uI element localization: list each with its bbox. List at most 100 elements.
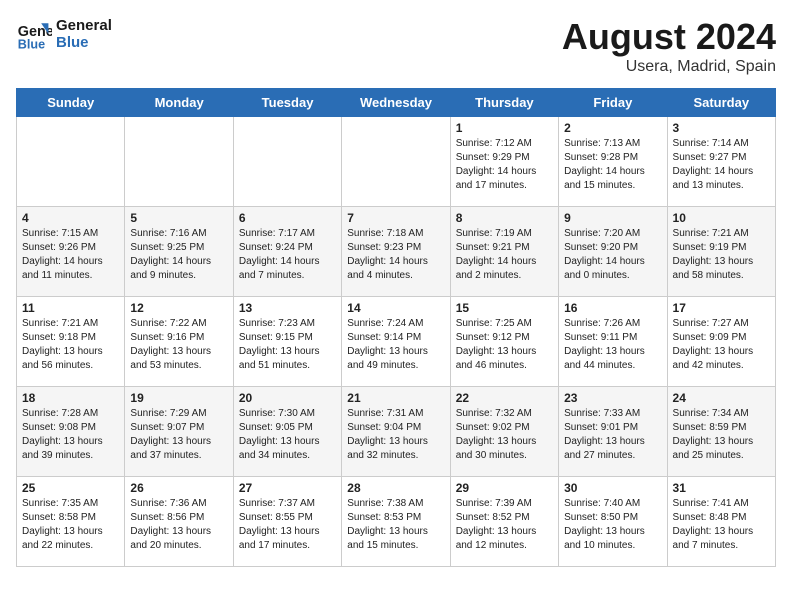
calendar-week-row: 25Sunrise: 7:35 AM Sunset: 8:58 PM Dayli… — [17, 477, 776, 567]
day-info: Sunrise: 7:34 AM Sunset: 8:59 PM Dayligh… — [673, 407, 770, 463]
calendar-cell: 26 Sunrise: 7:36 AM Sunset: 8:56 PM Dayli… — [125, 477, 233, 567]
day-info: Sunrise: 7:33 AM Sunset: 9:01 PM Dayligh… — [564, 407, 661, 463]
calendar-week-row: 4 Sunrise: 7:15 AM Sunset: 9:26 PM Daylig… — [17, 207, 776, 297]
day-info: Sunrise: 7:28 AM Sunset: 9:08 PM Dayligh… — [22, 407, 119, 463]
day-info: Sunrise: 7:40 AM Sunset: 8:50 PM Dayligh… — [564, 497, 661, 553]
day-number: 16 — [564, 301, 661, 315]
day-info: Sunrise: 7:35 AM Sunset: 8:58 PM Dayligh… — [22, 497, 119, 553]
calendar-cell: 21Sunrise: 7:31 AM Sunset: 9:04 PM Dayli… — [342, 387, 450, 477]
day-info: Sunrise: 7:18 AM Sunset: 9:23 PM Dayligh… — [347, 227, 444, 283]
calendar-cell — [233, 117, 341, 207]
day-info: Sunrise: 7:20 AM Sunset: 9:20 PM Dayligh… — [564, 227, 661, 283]
calendar-cell: 30Sunrise: 7:40 AM Sunset: 8:50 PM Dayli… — [559, 477, 667, 567]
weekday-header-row: SundayMondayTuesdayWednesdayThursdayFrid… — [17, 89, 776, 117]
day-info: Sunrise: 7:16 AM Sunset: 9:25 PM Dayligh… — [130, 227, 227, 283]
day-number: 1 — [456, 121, 553, 135]
calendar-cell — [17, 117, 125, 207]
day-number: 27 — [239, 481, 336, 495]
calendar-cell: 8 Sunrise: 7:19 AM Sunset: 9:21 PM Daylig… — [450, 207, 558, 297]
calendar-cell: 25Sunrise: 7:35 AM Sunset: 8:58 PM Dayli… — [17, 477, 125, 567]
calendar-table: SundayMondayTuesdayWednesdayThursdayFrid… — [16, 88, 776, 567]
day-number: 20 — [239, 391, 336, 405]
day-info: Sunrise: 7:29 AM Sunset: 9:07 PM Dayligh… — [130, 407, 227, 463]
page-header: General Blue General Blue August 2024 Us… — [16, 16, 776, 76]
day-info: Sunrise: 7:17 AM Sunset: 9:24 PM Dayligh… — [239, 227, 336, 283]
day-number: 8 — [456, 211, 553, 225]
calendar-cell: 19 Sunrise: 7:29 AM Sunset: 9:07 PM Dayli… — [125, 387, 233, 477]
day-number: 9 — [564, 211, 661, 225]
calendar-cell: 12 Sunrise: 7:22 AM Sunset: 9:16 PM Dayli… — [125, 297, 233, 387]
calendar-cell: 28Sunrise: 7:38 AM Sunset: 8:53 PM Dayli… — [342, 477, 450, 567]
calendar-cell: 5 Sunrise: 7:16 AM Sunset: 9:25 PM Daylig… — [125, 207, 233, 297]
calendar-cell: 11Sunrise: 7:21 AM Sunset: 9:18 PM Dayli… — [17, 297, 125, 387]
calendar-cell: 1 Sunrise: 7:12 AM Sunset: 9:29 PM Daylig… — [450, 117, 558, 207]
day-info: Sunrise: 7:30 AM Sunset: 9:05 PM Dayligh… — [239, 407, 336, 463]
weekday-header-thursday: Thursday — [450, 89, 558, 117]
weekday-header-monday: Monday — [125, 89, 233, 117]
weekday-header-friday: Friday — [559, 89, 667, 117]
logo-text: General Blue — [56, 17, 112, 51]
weekday-header-sunday: Sunday — [17, 89, 125, 117]
day-info: Sunrise: 7:31 AM Sunset: 9:04 PM Dayligh… — [347, 407, 444, 463]
calendar-cell: 15 Sunrise: 7:25 AM Sunset: 9:12 PM Dayli… — [450, 297, 558, 387]
calendar-cell: 31 Sunrise: 7:41 AM Sunset: 8:48 PM Dayli… — [667, 477, 775, 567]
day-number: 2 — [564, 121, 661, 135]
day-number: 14 — [347, 301, 444, 315]
day-info: Sunrise: 7:37 AM Sunset: 8:55 PM Dayligh… — [239, 497, 336, 553]
calendar-cell: 29 Sunrise: 7:39 AM Sunset: 8:52 PM Dayli… — [450, 477, 558, 567]
weekday-header-wednesday: Wednesday — [342, 89, 450, 117]
calendar-cell: 9 Sunrise: 7:20 AM Sunset: 9:20 PM Daylig… — [559, 207, 667, 297]
calendar-cell: 6Sunrise: 7:17 AM Sunset: 9:24 PM Daylig… — [233, 207, 341, 297]
calendar-title: August 2024 — [562, 16, 776, 58]
day-number: 28 — [347, 481, 444, 495]
calendar-cell: 24 Sunrise: 7:34 AM Sunset: 8:59 PM Dayli… — [667, 387, 775, 477]
day-number: 29 — [456, 481, 553, 495]
calendar-cell: 2 Sunrise: 7:13 AM Sunset: 9:28 PM Daylig… — [559, 117, 667, 207]
day-info: Sunrise: 7:39 AM Sunset: 8:52 PM Dayligh… — [456, 497, 553, 553]
day-number: 10 — [673, 211, 770, 225]
calendar-cell: 13Sunrise: 7:23 AM Sunset: 9:15 PM Dayli… — [233, 297, 341, 387]
day-info: Sunrise: 7:13 AM Sunset: 9:28 PM Dayligh… — [564, 137, 661, 193]
calendar-cell — [125, 117, 233, 207]
calendar-cell: 22 Sunrise: 7:32 AM Sunset: 9:02 PM Dayli… — [450, 387, 558, 477]
day-info: Sunrise: 7:22 AM Sunset: 9:16 PM Dayligh… — [130, 317, 227, 373]
calendar-cell — [342, 117, 450, 207]
svg-text:Blue: Blue — [18, 37, 45, 51]
day-info: Sunrise: 7:19 AM Sunset: 9:21 PM Dayligh… — [456, 227, 553, 283]
day-info: Sunrise: 7:12 AM Sunset: 9:29 PM Dayligh… — [456, 137, 553, 193]
day-number: 22 — [456, 391, 553, 405]
calendar-cell: 27 Sunrise: 7:37 AM Sunset: 8:55 PM Dayli… — [233, 477, 341, 567]
calendar-subtitle: Usera, Madrid, Spain — [562, 58, 776, 76]
calendar-week-row: 18 Sunrise: 7:28 AM Sunset: 9:08 PM Dayli… — [17, 387, 776, 477]
calendar-cell: 7Sunrise: 7:18 AM Sunset: 9:23 PM Daylig… — [342, 207, 450, 297]
calendar-week-row: 1 Sunrise: 7:12 AM Sunset: 9:29 PM Daylig… — [17, 117, 776, 207]
day-info: Sunrise: 7:36 AM Sunset: 8:56 PM Dayligh… — [130, 497, 227, 553]
logo: General Blue General Blue — [16, 16, 112, 52]
day-info: Sunrise: 7:23 AM Sunset: 9:15 PM Dayligh… — [239, 317, 336, 373]
day-info: Sunrise: 7:21 AM Sunset: 9:19 PM Dayligh… — [673, 227, 770, 283]
calendar-cell: 20 Sunrise: 7:30 AM Sunset: 9:05 PM Dayli… — [233, 387, 341, 477]
calendar-week-row: 11Sunrise: 7:21 AM Sunset: 9:18 PM Dayli… — [17, 297, 776, 387]
calendar-cell: 16Sunrise: 7:26 AM Sunset: 9:11 PM Dayli… — [559, 297, 667, 387]
day-info: Sunrise: 7:15 AM Sunset: 9:26 PM Dayligh… — [22, 227, 119, 283]
day-number: 19 — [130, 391, 227, 405]
day-number: 15 — [456, 301, 553, 315]
day-number: 4 — [22, 211, 119, 225]
day-info: Sunrise: 7:41 AM Sunset: 8:48 PM Dayligh… — [673, 497, 770, 553]
day-info: Sunrise: 7:21 AM Sunset: 9:18 PM Dayligh… — [22, 317, 119, 373]
day-number: 18 — [22, 391, 119, 405]
day-number: 31 — [673, 481, 770, 495]
calendar-cell: 3Sunrise: 7:14 AM Sunset: 9:27 PM Daylig… — [667, 117, 775, 207]
day-info: Sunrise: 7:27 AM Sunset: 9:09 PM Dayligh… — [673, 317, 770, 373]
day-number: 26 — [130, 481, 227, 495]
day-info: Sunrise: 7:32 AM Sunset: 9:02 PM Dayligh… — [456, 407, 553, 463]
day-info: Sunrise: 7:25 AM Sunset: 9:12 PM Dayligh… — [456, 317, 553, 373]
day-number: 3 — [673, 121, 770, 135]
weekday-header-saturday: Saturday — [667, 89, 775, 117]
day-number: 5 — [130, 211, 227, 225]
day-number: 12 — [130, 301, 227, 315]
day-number: 24 — [673, 391, 770, 405]
day-info: Sunrise: 7:24 AM Sunset: 9:14 PM Dayligh… — [347, 317, 444, 373]
day-number: 23 — [564, 391, 661, 405]
calendar-cell: 18 Sunrise: 7:28 AM Sunset: 9:08 PM Dayli… — [17, 387, 125, 477]
